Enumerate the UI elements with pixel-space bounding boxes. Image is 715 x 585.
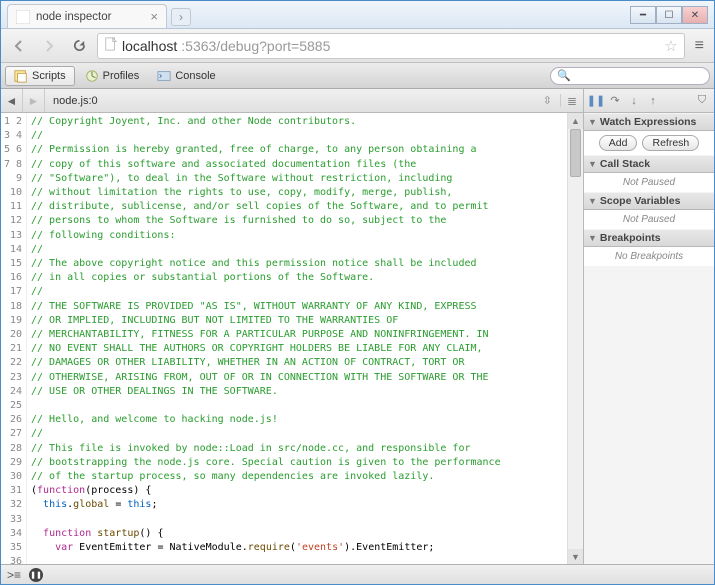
call-stack-header[interactable]: ▼Call Stack (584, 155, 714, 173)
deactivate-breakpoints-button[interactable]: ⛉ (694, 93, 710, 109)
forward-button[interactable] (37, 34, 61, 58)
tab-profiles[interactable]: Profiles (77, 67, 148, 85)
tab-profiles-label: Profiles (103, 70, 140, 82)
tab-close-icon[interactable]: × (150, 9, 158, 24)
breakpoints-header[interactable]: ▼Breakpoints (584, 229, 714, 247)
chrome-menu-icon[interactable]: ≡ (691, 37, 708, 55)
file-selector[interactable]: node.js:0 ⇳ (45, 94, 561, 107)
maximize-button[interactable]: ☐ (656, 6, 682, 24)
add-watch-button[interactable]: Add (599, 135, 638, 151)
url-input[interactable]: localhost:5363/debug?port=5885 ☆ (97, 33, 685, 59)
source-subbar: ◄ ► node.js:0 ⇳ ≣ ❚❚ ↷ ↓ ↑ ⛉ (1, 89, 714, 113)
browser-tab[interactable]: node inspector × (7, 4, 167, 28)
window-titlebar: node inspector × › ━ ☐ ✕ (1, 1, 714, 29)
back-button[interactable] (7, 34, 31, 58)
search-icon: 🔍 (557, 69, 571, 82)
nav-prev-button[interactable]: ◄ (1, 89, 23, 112)
tab-console[interactable]: Console (149, 67, 223, 85)
disclosure-triangle-icon: ▼ (588, 117, 597, 127)
step-out-button[interactable]: ↑ (645, 93, 661, 109)
console-icon (157, 69, 171, 83)
tab-title: node inspector (36, 11, 144, 23)
step-over-button[interactable]: ↷ (607, 93, 623, 109)
profiles-icon (85, 69, 99, 83)
new-tab-button[interactable]: › (171, 8, 191, 26)
chevron-right-icon: › (179, 10, 183, 24)
console-prompt-icon[interactable]: >≡ (7, 568, 21, 582)
call-stack-body: Not Paused (584, 173, 714, 192)
refresh-watch-button[interactable]: Refresh (642, 135, 699, 151)
bookmark-star-icon[interactable]: ☆ (664, 37, 677, 55)
scripts-icon (14, 69, 28, 83)
url-host: localhost (122, 38, 177, 54)
nav-next-button[interactable]: ► (23, 89, 45, 112)
chevron-updown-icon: ⇳ (543, 94, 552, 107)
address-bar: localhost:5363/debug?port=5885 ☆ ≡ (1, 29, 714, 63)
devtools-search-input[interactable]: 🔍 (550, 67, 710, 85)
search-field[interactable] (571, 70, 703, 82)
line-gutter: 1 2 3 4 5 6 7 8 9 10 11 12 13 14 15 16 1… (1, 113, 27, 565)
breakpoints-body: No Breakpoints (584, 247, 714, 266)
tab-scripts[interactable]: Scripts (5, 66, 75, 86)
close-window-button[interactable]: ✕ (682, 6, 708, 24)
debug-side-pane: ▼Watch Expressions Add Refresh ▼Call Sta… (584, 113, 714, 565)
tab-scripts-label: Scripts (32, 70, 66, 82)
minimize-button[interactable]: ━ (630, 6, 656, 24)
code-content[interactable]: // Copyright Joyent, Inc. and other Node… (27, 113, 567, 565)
pause-on-exceptions-icon[interactable]: ❚❚ (29, 568, 43, 582)
file-selector-label: node.js:0 (53, 95, 98, 107)
devtools-toolbar: Scripts Profiles Console 🔍 (1, 63, 714, 89)
console-drawer-bar: >≡ ❚❚ (1, 564, 714, 584)
disclosure-triangle-icon: ▼ (588, 233, 597, 243)
scroll-down-icon[interactable]: ▼ (568, 549, 583, 565)
watch-expressions-header[interactable]: ▼Watch Expressions (584, 113, 714, 131)
text-icon: ≣ (567, 94, 577, 108)
step-into-button[interactable]: ↓ (626, 93, 642, 109)
disclosure-triangle-icon: ▼ (588, 159, 597, 169)
scroll-thumb[interactable] (570, 129, 581, 177)
reload-button[interactable] (67, 34, 91, 58)
pause-button[interactable]: ❚❚ (588, 93, 604, 109)
scope-variables-body: Not Paused (584, 210, 714, 229)
format-button[interactable]: ≣ (561, 94, 583, 108)
page-favicon-icon (16, 10, 30, 24)
scope-variables-header[interactable]: ▼Scope Variables (584, 192, 714, 210)
scroll-up-icon[interactable]: ▲ (568, 113, 583, 129)
main-split: 1 2 3 4 5 6 7 8 9 10 11 12 13 14 15 16 1… (1, 113, 714, 565)
disclosure-triangle-icon: ▼ (588, 196, 597, 206)
url-path: :5363/debug?port=5885 (181, 38, 330, 54)
tab-console-label: Console (175, 70, 215, 82)
debug-controls: ❚❚ ↷ ↓ ↑ ⛉ (584, 89, 714, 112)
code-pane: 1 2 3 4 5 6 7 8 9 10 11 12 13 14 15 16 1… (1, 113, 584, 565)
vertical-scrollbar[interactable]: ▲ ▼ (567, 113, 583, 565)
page-icon (104, 37, 118, 54)
